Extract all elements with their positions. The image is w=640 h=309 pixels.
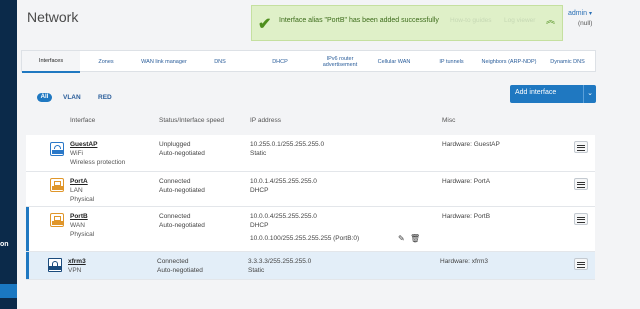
lan-icon — [50, 178, 64, 192]
table-row: xfrm3 VPN Connected Auto-negotiated 3.3.… — [26, 252, 595, 280]
misc-hardware: Hardware: xfrm3 — [440, 258, 489, 265]
table-row: PortB WAN Physical Connected Auto-negoti… — [26, 207, 595, 252]
table-row: PortA LAN Physical Connected Auto-negoti… — [26, 172, 595, 207]
tab-cellular-wan[interactable]: Cellular WAN — [364, 51, 424, 73]
ip-address: 10.0.1.4/255.255.255.0 — [250, 178, 317, 185]
interface-detail: Physical — [70, 231, 95, 238]
user-menu[interactable]: admin ▾ — [568, 10, 592, 17]
row-menu-button[interactable] — [574, 178, 588, 190]
ip-address: 10.255.0.1/255.255.255.0 — [250, 141, 325, 148]
sidebar-item[interactable] — [0, 298, 17, 309]
filter-vlan[interactable]: VLAN — [63, 93, 81, 102]
interface-detail: Physical — [70, 196, 95, 203]
wan-icon — [50, 213, 64, 227]
table-row: GuestAP WiFi Wireless protection Unplugg… — [26, 135, 595, 172]
tab-zones[interactable]: Zones — [80, 51, 132, 73]
column-header-misc: Misc — [442, 117, 456, 124]
ip-mode: Static — [250, 150, 267, 157]
interface-speed: Auto-negotiated — [159, 187, 205, 194]
tab-wan-link-manager[interactable]: WAN link manager — [132, 51, 196, 73]
interface-status: Connected — [159, 213, 191, 220]
filter-red[interactable]: RED — [98, 93, 112, 102]
tab-neighbors[interactable]: Neighbors (ARP-NDP) — [479, 51, 539, 73]
username: admin — [568, 10, 588, 17]
misc-hardware: Hardware: PortA — [442, 178, 491, 185]
checkmark-icon: ✔ — [258, 16, 272, 33]
interface-name-link[interactable]: PortA — [70, 178, 88, 185]
ip-mode: DHCP — [250, 187, 269, 194]
ip-address: 3.3.3.3/255.255.255.0 — [248, 258, 312, 265]
row-menu-button[interactable] — [574, 141, 588, 153]
filter-all[interactable]: All — [37, 93, 52, 102]
interface-name-link[interactable]: GuestAP — [70, 141, 97, 148]
new-row-indicator — [26, 207, 29, 251]
tab-ip-tunnels[interactable]: IP tunnels — [424, 51, 479, 73]
tab-dhcp[interactable]: DHCP — [244, 51, 316, 73]
column-header-status: Status/Interface speed — [159, 117, 225, 124]
ip-address: 10.0.0.4/255.255.255.0 — [250, 213, 317, 220]
log-viewer-link[interactable]: Log viewer — [504, 17, 535, 24]
toast-message: Interface alias "PortB" has been added s… — [279, 17, 439, 24]
interface-type: VPN — [68, 267, 82, 274]
sidebar-selected-item[interactable] — [0, 284, 17, 298]
selected-row-indicator — [26, 252, 29, 279]
misc-hardware: Hardware: GuestAP — [442, 141, 500, 148]
chevron-down-icon: ▾ — [589, 11, 593, 17]
interface-type: LAN — [70, 187, 83, 194]
ip-mode: DHCP — [250, 222, 269, 229]
interface-status: Connected — [159, 178, 191, 185]
row-menu-button[interactable] — [574, 258, 588, 270]
add-interface-label: Add interface — [515, 89, 557, 96]
interface-status: Unplugged — [159, 141, 191, 148]
tab-dns[interactable]: DNS — [196, 51, 244, 73]
tab-ipv6-router-advertisement[interactable]: IPv6 router advertisement — [316, 51, 364, 73]
trash-icon[interactable]: 🗑 — [410, 234, 420, 243]
how-to-guides-link[interactable]: How-to guides — [450, 17, 492, 24]
chevron-down-icon[interactable]: ⌄ — [583, 85, 596, 103]
edit-icon[interactable]: ✎ — [398, 234, 405, 243]
interface-name-link[interactable]: xfrm3 — [68, 258, 86, 265]
collapse-icon[interactable]: ︽ — [546, 13, 555, 26]
interface-detail: Wireless protection — [70, 159, 126, 166]
ip-mode: Static — [248, 267, 265, 274]
tunnel-icon — [48, 258, 62, 272]
success-toast: ✔ Interface alias "PortB" has been added… — [251, 5, 563, 41]
column-header-ip: IP address — [250, 117, 281, 124]
alias-ip-address: 10.0.0.100/255.255.255.255 (PortB:0) — [250, 235, 360, 242]
user-subtitle: (null) — [578, 20, 593, 27]
column-header-interface: Interface — [70, 117, 96, 124]
add-interface-button[interactable]: Add interface ⌄ — [510, 85, 596, 103]
sidebar-partial-label: on — [0, 241, 9, 248]
interface-speed: Auto-negotiated — [159, 150, 205, 157]
page-title: Network — [27, 9, 79, 25]
interface-type: WiFi — [70, 150, 83, 157]
interface-status: Connected — [157, 258, 189, 265]
wifi-icon — [50, 142, 64, 156]
sidebar: on — [0, 0, 17, 309]
interface-type: WAN — [70, 222, 85, 229]
tab-bar: Interfaces Zones WAN link manager DNS DH… — [21, 50, 596, 73]
interface-speed: Auto-negotiated — [157, 267, 203, 274]
interface-speed: Auto-negotiated — [159, 222, 205, 229]
row-menu-button[interactable] — [574, 213, 588, 225]
tab-dynamic-dns[interactable]: Dynamic DNS — [539, 51, 596, 73]
misc-hardware: Hardware: PortB — [442, 213, 491, 220]
tab-interfaces[interactable]: Interfaces — [22, 51, 80, 73]
interface-name-link[interactable]: PortB — [70, 213, 88, 220]
